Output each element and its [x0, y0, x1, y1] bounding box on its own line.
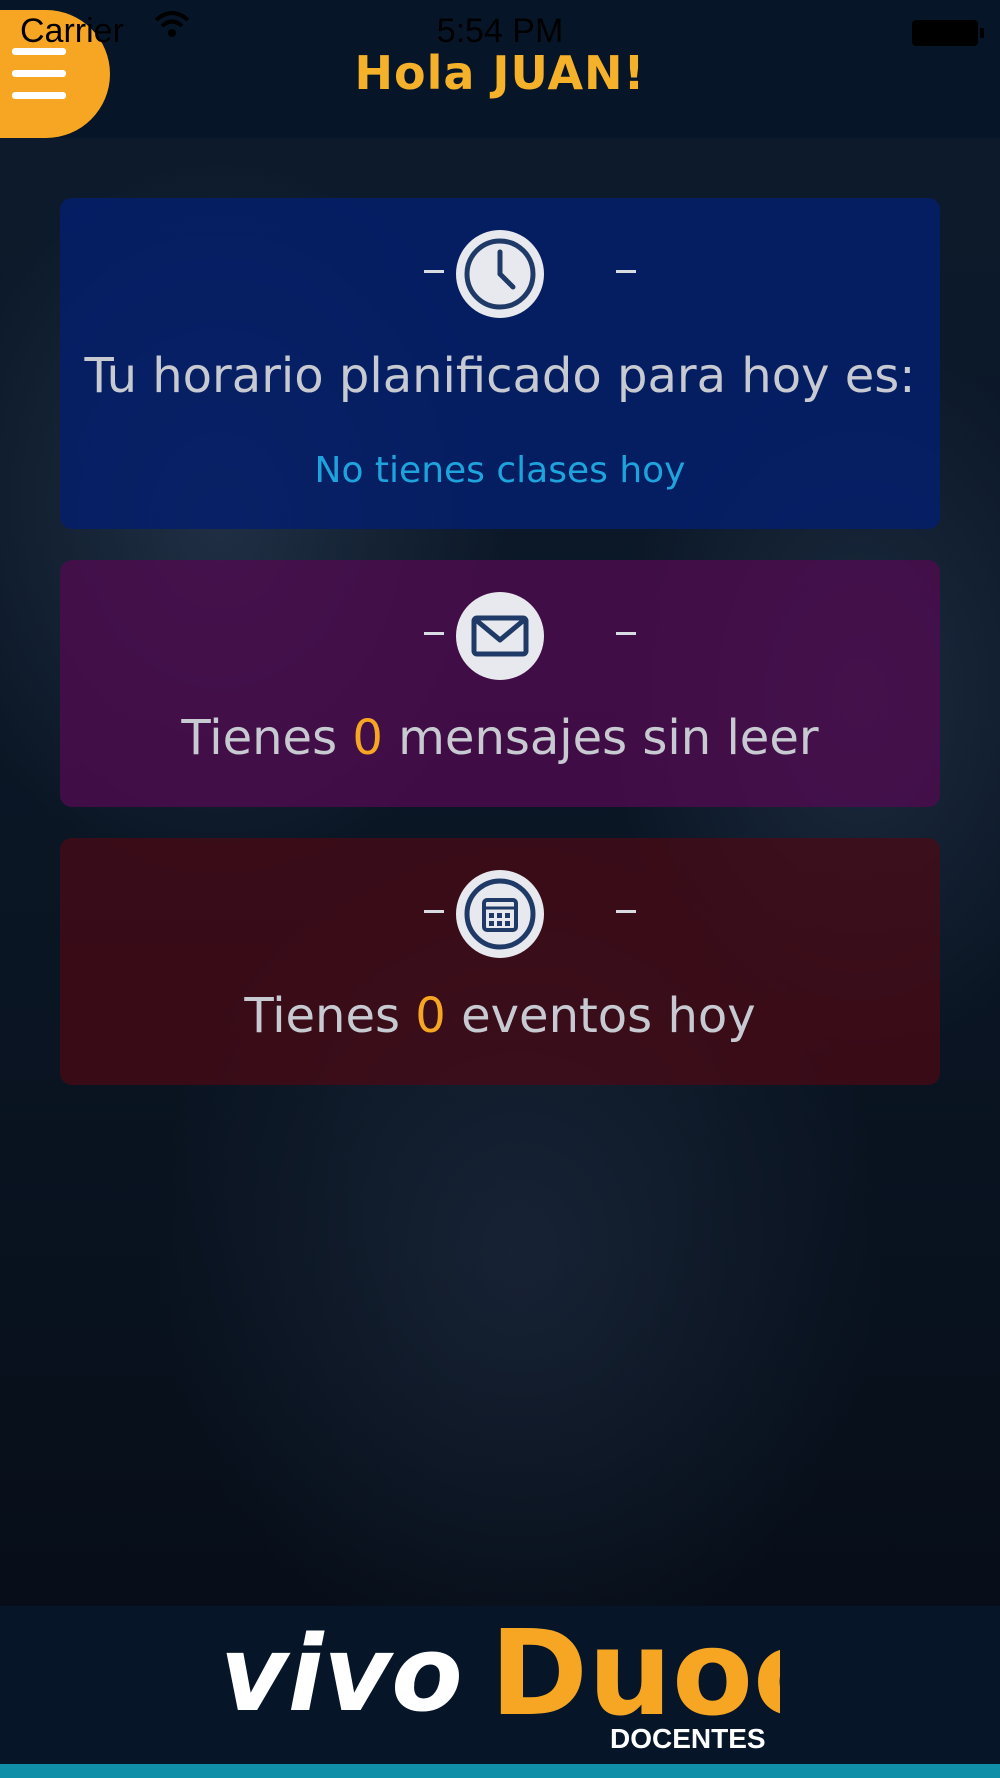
messages-icon-row — [60, 592, 940, 682]
divider-dash — [424, 910, 444, 913]
messages-summary: Tienes 0 mensajes sin leer — [60, 710, 940, 766]
envelope-icon — [456, 592, 544, 680]
divider-dash — [616, 632, 636, 635]
footer-accent-strip — [0, 1764, 1000, 1778]
vivoduoc-logo: vivo Duoc DOCENTES — [220, 1604, 823, 1764]
messages-card[interactable]: Tienes 0 mensajes sin leer — [60, 560, 940, 807]
events-card[interactable]: Tienes 0 eventos hoy — [60, 838, 940, 1085]
events-icon-row — [60, 870, 940, 960]
battery-icon — [912, 20, 984, 46]
logo-text-vivo: vivo — [220, 1613, 463, 1735]
divider-dash — [616, 910, 636, 913]
divider-dash — [424, 270, 444, 273]
calendar-icon — [456, 870, 544, 958]
schedule-heading: Tu horario planificado para hoy es: — [84, 348, 916, 404]
logo-subtext: DOCENTES — [610, 1723, 766, 1754]
unread-messages-count: 0 — [352, 710, 383, 766]
clock-icon — [456, 230, 544, 318]
messages-suffix: mensajes sin leer — [398, 710, 819, 766]
events-summary: Tienes 0 eventos hoy — [60, 988, 940, 1044]
schedule-card[interactable]: Tu horario planificado para hoy es: No t… — [60, 198, 940, 529]
events-count: 0 — [415, 988, 446, 1044]
divider-dash — [424, 632, 444, 635]
clock-time: 5:54 PM — [436, 12, 564, 50]
messages-prefix: Tienes — [181, 710, 338, 766]
events-prefix: Tienes — [244, 988, 401, 1044]
divider-dash — [616, 270, 636, 273]
events-suffix: eventos hoy — [461, 988, 756, 1044]
status-bar: Carrier 5:54 PM — [0, 0, 1000, 64]
schedule-icon-row — [60, 230, 940, 320]
schedule-status-text: No tienes clases hoy — [314, 450, 686, 491]
